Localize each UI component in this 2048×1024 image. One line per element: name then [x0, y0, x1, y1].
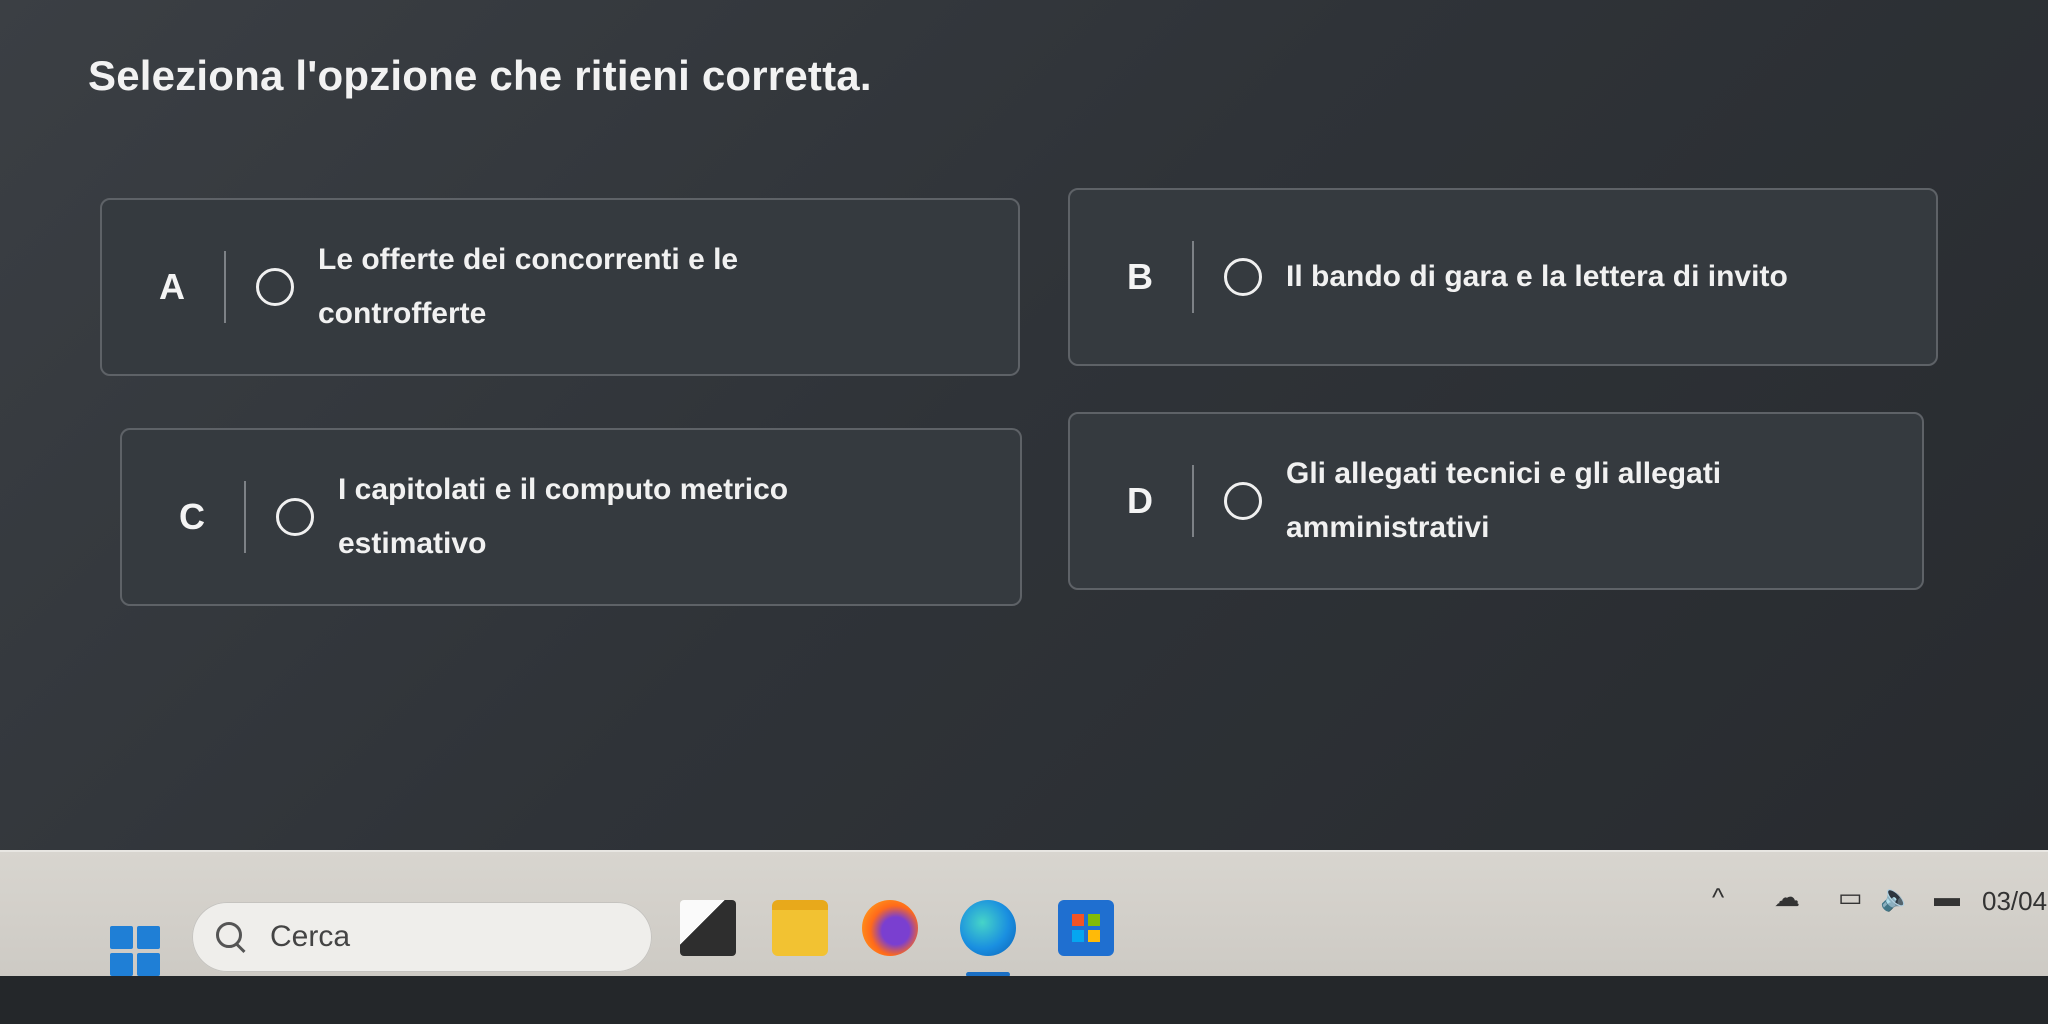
radio-button[interactable]	[276, 498, 314, 536]
display-icon[interactable]: ▭	[1838, 882, 1863, 913]
edge-icon[interactable]	[960, 900, 1016, 956]
option-letter: A	[159, 266, 185, 307]
search-icon	[216, 922, 246, 952]
battery-icon[interactable]: ▬	[1934, 882, 1960, 913]
option-text: Le offerte dei concorrenti e le controff…	[318, 243, 739, 330]
option-divider	[224, 251, 226, 323]
option-d[interactable]: D Gli allegati tecnici e gli allegati am…	[1068, 412, 1924, 590]
volume-icon[interactable]: 🔈	[1880, 882, 1912, 913]
option-divider	[1192, 241, 1194, 313]
firefox-icon[interactable]	[862, 900, 918, 956]
search-placeholder: Cerca	[270, 920, 351, 953]
taskbar: Cerca ^ ☁ ▭ 🔈 ▬ 03/04	[0, 850, 2048, 978]
windows-start-icon[interactable]	[110, 926, 160, 976]
option-divider	[244, 481, 246, 553]
radio-button[interactable]	[256, 268, 294, 306]
option-text: Il bando di gara e la lettera di invito	[1286, 260, 1788, 293]
option-c[interactable]: C I capitolati e il computo metrico esti…	[120, 428, 1022, 606]
file-explorer-icon[interactable]	[772, 900, 828, 956]
option-a[interactable]: A Le offerte dei concorrenti e le contro…	[100, 198, 1020, 376]
option-b[interactable]: B Il bando di gara e la lettera di invit…	[1068, 188, 1938, 366]
option-divider	[1192, 465, 1194, 537]
radio-button[interactable]	[1224, 258, 1262, 296]
option-letter: D	[1127, 480, 1153, 521]
start-tile	[110, 953, 133, 976]
option-text: I capitolati e il computo metrico estima…	[338, 473, 789, 560]
start-tile	[137, 953, 160, 976]
option-text: Gli allegati tecnici e gli allegati ammi…	[1286, 457, 1722, 544]
radio-button[interactable]	[1224, 482, 1262, 520]
question-prompt: Seleziona l'opzione che ritieni corretta…	[88, 52, 872, 99]
option-letter: C	[179, 496, 205, 537]
monitor-bezel	[0, 976, 2048, 1024]
quiz-panel: Seleziona l'opzione che ritieni corretta…	[0, 0, 2048, 850]
microsoft-store-icon[interactable]	[1058, 900, 1114, 956]
start-tile	[137, 926, 160, 949]
taskbar-date[interactable]: 03/04	[1982, 886, 2047, 917]
option-letter: B	[1127, 256, 1153, 297]
show-hidden-icons-chevron-icon[interactable]: ^	[1712, 882, 1724, 913]
onedrive-cloud-icon[interactable]: ☁	[1774, 882, 1800, 913]
start-tile	[110, 926, 133, 949]
task-view-icon[interactable]	[680, 900, 736, 956]
taskbar-search-box[interactable]: Cerca	[192, 902, 652, 972]
